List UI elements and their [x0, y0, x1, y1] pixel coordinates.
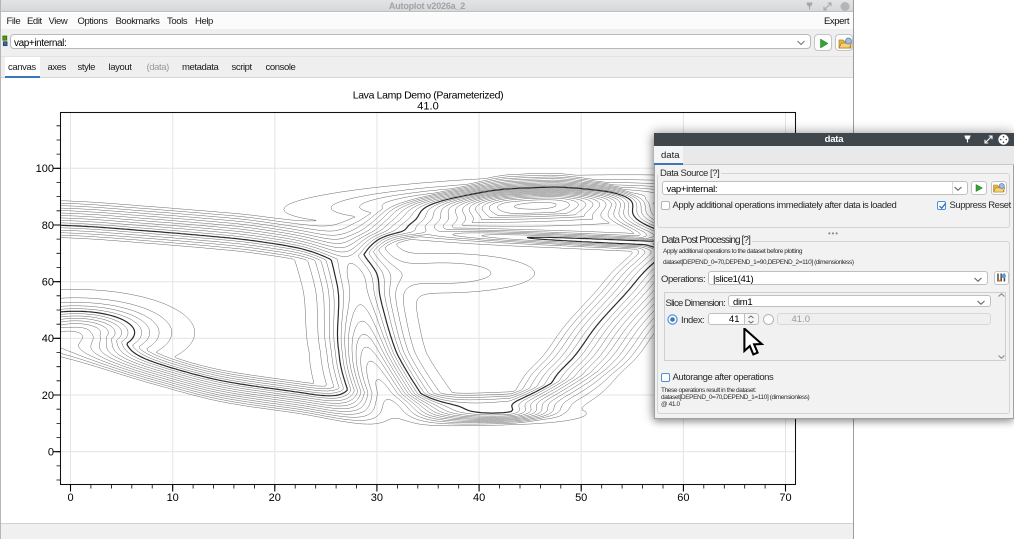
svg-text:50: 50 — [575, 492, 587, 504]
svg-text:100: 100 — [36, 163, 54, 175]
svg-text:0: 0 — [67, 492, 73, 504]
svg-text:0: 0 — [48, 447, 54, 459]
svg-text:40: 40 — [473, 492, 485, 504]
svg-text:20: 20 — [42, 390, 54, 402]
svg-text:41.0: 41.0 — [417, 101, 438, 113]
svg-text:60: 60 — [677, 492, 689, 504]
svg-text:70: 70 — [779, 492, 791, 504]
svg-text:80: 80 — [42, 220, 54, 232]
svg-text:40: 40 — [42, 333, 54, 345]
svg-text:10: 10 — [167, 492, 179, 504]
svg-text:20: 20 — [269, 492, 281, 504]
svg-text:30: 30 — [371, 492, 383, 504]
svg-text:60: 60 — [42, 277, 54, 289]
